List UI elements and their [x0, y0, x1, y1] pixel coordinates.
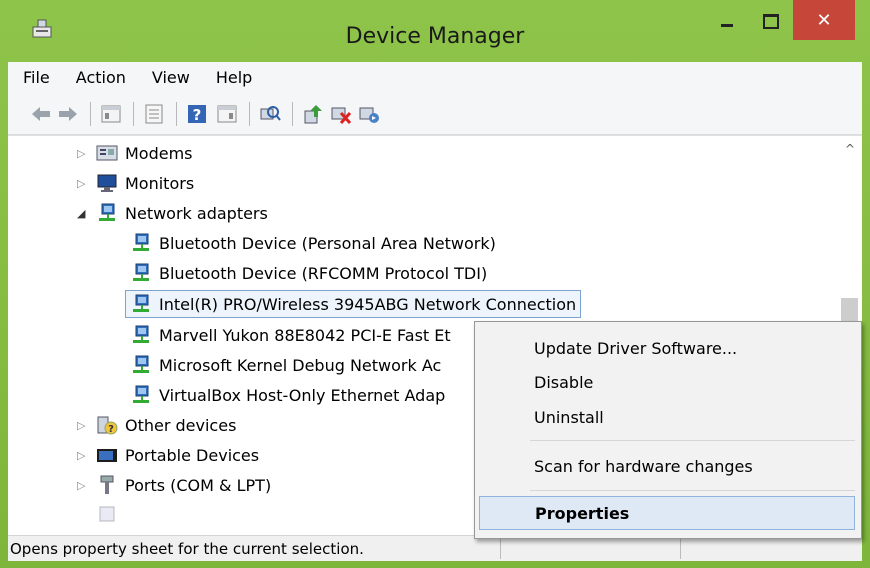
monitor-icon	[97, 174, 117, 192]
close-button[interactable]: ✕	[793, 0, 855, 40]
update-driver-icon[interactable]	[302, 103, 324, 125]
status-text: Opens property sheet for the current sel…	[10, 540, 364, 558]
status-divider	[500, 539, 501, 559]
device-icon	[99, 506, 115, 522]
tree-node-label: Modems	[125, 143, 193, 163]
tree-node-other-devices[interactable]: ▷ ? Other devices	[77, 410, 237, 440]
context-menu: Update Driver Software... Disable Uninst…	[474, 321, 862, 539]
expand-arrow-icon[interactable]: ▷	[77, 419, 85, 432]
tree-node-label: Other devices	[125, 415, 237, 435]
network-adapter-icon	[99, 203, 115, 221]
device-manager-window: Device Manager ✕ File Action View Help ?	[0, 0, 870, 568]
menu-item-disable[interactable]: Disable	[479, 365, 855, 399]
svg-text:?: ?	[193, 106, 202, 124]
menu-file[interactable]: File	[12, 68, 61, 87]
uninstall-icon[interactable]	[330, 103, 352, 125]
action-pane-icon[interactable]	[216, 103, 238, 125]
expand-arrow-icon[interactable]: ▷	[77, 147, 85, 160]
tree-node-label: Portable Devices	[125, 445, 260, 465]
menu-action[interactable]: Action	[65, 68, 137, 87]
network-adapter-icon	[133, 233, 149, 251]
port-icon	[100, 475, 114, 494]
toolbar: ?	[8, 92, 862, 135]
menu-item-properties[interactable]: Properties	[479, 496, 855, 530]
tree-node-label: Microsoft Kernel Debug Network Ac	[159, 355, 442, 375]
expand-arrow-icon[interactable]: ▷	[77, 177, 85, 190]
unknown-device-icon: ?	[97, 416, 118, 435]
network-adapter-icon	[133, 294, 149, 312]
menu-item-uninstall[interactable]: Uninstall	[479, 400, 855, 434]
menu-bar: File Action View Help	[8, 62, 862, 92]
tree-node-bluetooth-pan[interactable]: Bluetooth Device (Personal Area Network)	[130, 228, 496, 258]
scan-hardware-icon[interactable]	[259, 103, 281, 125]
tree-node-partial	[96, 500, 125, 530]
menu-item-update-driver[interactable]: Update Driver Software...	[479, 331, 855, 365]
menu-item-scan-hardware[interactable]: Scan for hardware changes	[479, 449, 855, 483]
enable-device-icon[interactable]	[358, 103, 380, 125]
tree-node-label: Bluetooth Device (Personal Area Network)	[159, 233, 496, 253]
minimize-button[interactable]	[708, 2, 746, 40]
show-hide-console-tree-icon[interactable]	[100, 103, 122, 125]
expand-arrow-icon[interactable]: ▷	[77, 479, 85, 492]
tree-node-virtualbox[interactable]: VirtualBox Host-Only Ethernet Adap	[130, 380, 445, 410]
tree-node-bluetooth-rfcomm[interactable]: Bluetooth Device (RFCOMM Protocol TDI)	[130, 258, 487, 288]
tree-node-label: VirtualBox Host-Only Ethernet Adap	[159, 385, 446, 405]
tree-node-label: Network adapters	[125, 203, 268, 223]
toolbar-separator	[249, 102, 250, 126]
minimize-icon	[721, 23, 733, 27]
menu-separator	[530, 440, 855, 441]
toolbar-separator	[292, 102, 293, 126]
tree-node-label: Bluetooth Device (RFCOMM Protocol TDI)	[159, 263, 488, 283]
tree-node-label: Ports (COM & LPT)	[125, 475, 272, 495]
tree-node-portable-devices[interactable]: ▷ Portable Devices	[77, 440, 260, 470]
tree-node-label: Intel(R) PRO/Wireless 3945ABG Network Co…	[159, 294, 577, 314]
tree-node-label: Monitors	[125, 173, 195, 193]
toolbar-separator	[90, 102, 91, 126]
tree-node-network-adapters[interactable]: ◢ Network adapters	[77, 198, 268, 228]
status-divider	[680, 539, 681, 559]
close-icon: ✕	[816, 9, 832, 31]
menu-separator	[530, 490, 855, 491]
back-arrow-icon[interactable]	[30, 103, 52, 125]
toolbar-separator	[133, 102, 134, 126]
tree-node-kernel-debug[interactable]: Microsoft Kernel Debug Network Ac	[130, 350, 441, 380]
forward-arrow-icon[interactable]	[57, 103, 79, 125]
menu-help[interactable]: Help	[205, 68, 263, 87]
tree-node-ports[interactable]: ▷ Ports (COM & LPT)	[77, 470, 272, 500]
tree-node-intel-wireless[interactable]: Intel(R) PRO/Wireless 3945ABG Network Co…	[125, 290, 582, 318]
network-adapter-icon	[133, 263, 149, 281]
tree-node-marvell-yukon[interactable]: Marvell Yukon 88E8042 PCI-E Fast Et	[130, 320, 451, 350]
tree-node-modems[interactable]: ▷ Modems	[77, 138, 193, 168]
network-adapter-icon	[133, 385, 149, 403]
maximize-button[interactable]	[752, 2, 790, 40]
maximize-icon	[763, 13, 779, 29]
portable-device-icon	[97, 449, 117, 462]
properties-icon[interactable]	[143, 103, 165, 125]
help-icon[interactable]: ?	[186, 103, 208, 125]
modem-icon	[96, 145, 118, 161]
tree-node-monitors[interactable]: ▷ Monitors	[77, 168, 195, 198]
scroll-up-icon[interactable]: ^	[838, 142, 862, 162]
tree-node-label: Marvell Yukon 88E8042 PCI-E Fast Et	[159, 325, 451, 345]
network-adapter-icon	[133, 355, 149, 373]
svg-text:?: ?	[108, 424, 114, 435]
title-bar[interactable]: Device Manager ✕	[0, 0, 870, 62]
expand-arrow-icon[interactable]: ▷	[77, 449, 85, 462]
menu-view[interactable]: View	[141, 68, 201, 87]
toolbar-separator	[176, 102, 177, 126]
collapse-arrow-icon[interactable]: ◢	[77, 207, 85, 220]
network-adapter-icon	[133, 325, 149, 343]
